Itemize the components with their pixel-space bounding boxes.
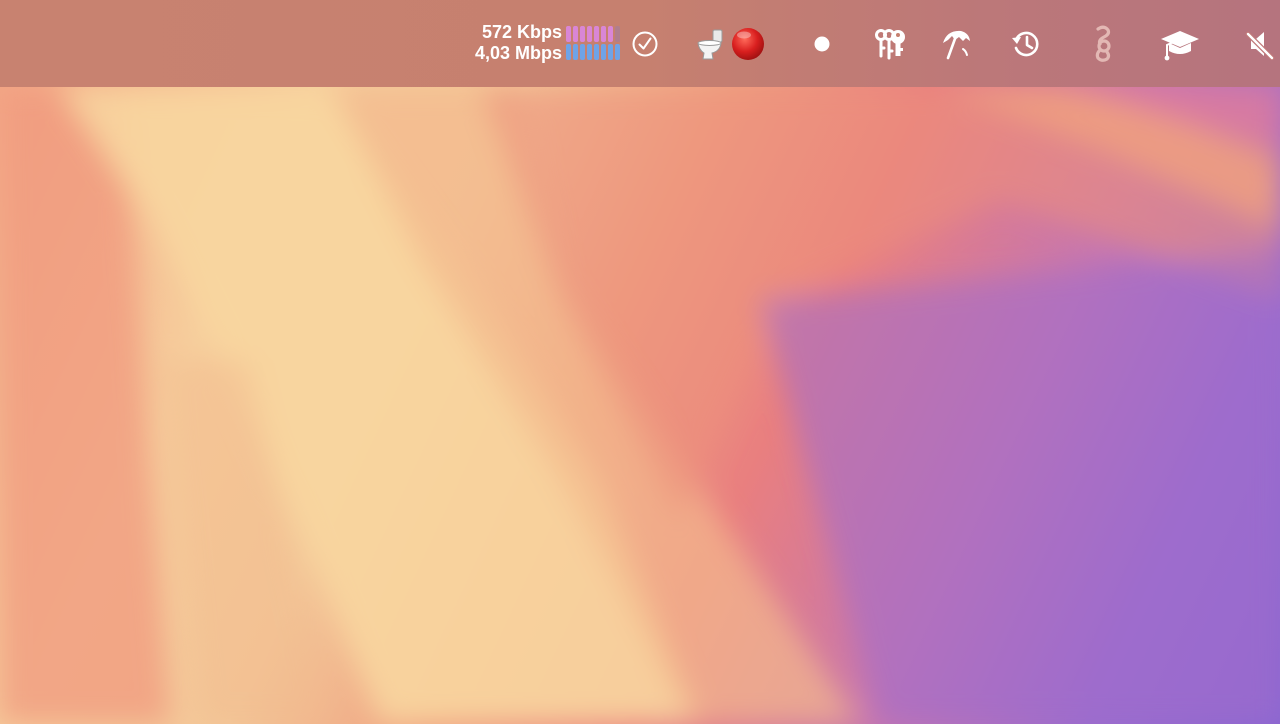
upload-bar — [587, 26, 592, 42]
download-bar — [587, 44, 592, 60]
speaker-muted-icon[interactable] — [1242, 22, 1278, 66]
red-circle-icon[interactable] — [729, 22, 767, 66]
download-bar — [615, 44, 620, 60]
menu-bar: 572 Kbps 4,03 Mbps — [0, 0, 1280, 87]
download-bar — [601, 44, 606, 60]
graduation-cap-icon[interactable] — [1158, 22, 1202, 66]
keys-icon[interactable] — [870, 22, 908, 66]
upload-bar — [608, 26, 613, 42]
download-bars — [566, 44, 620, 60]
download-bar — [566, 44, 571, 60]
download-bar — [594, 44, 599, 60]
beach-umbrella-icon[interactable] — [938, 22, 974, 66]
download-speed: 4,03 Mbps — [474, 43, 562, 63]
upload-bar — [573, 26, 578, 42]
checkmark-circle-icon[interactable] — [629, 22, 661, 66]
time-machine-icon[interactable] — [1008, 22, 1044, 66]
upload-speed: 572 Kbps — [481, 22, 562, 42]
upload-bar — [566, 26, 571, 42]
toilet-icon[interactable] — [694, 22, 728, 66]
network-activity-bars[interactable] — [566, 25, 626, 63]
upload-bar — [615, 26, 620, 42]
desktop: 572 Kbps 4,03 Mbps — [0, 0, 1280, 724]
download-bar — [573, 44, 578, 60]
chain-link-icon[interactable] — [1086, 22, 1120, 66]
download-bar — [580, 44, 585, 60]
desktop-wallpaper — [0, 87, 1280, 724]
upload-bar — [594, 26, 599, 42]
upload-bar — [601, 26, 606, 42]
download-bar — [608, 44, 613, 60]
upload-bar — [580, 26, 585, 42]
network-speed-monitor[interactable]: 572 Kbps 4,03 Mbps — [452, 22, 562, 64]
upload-bars — [566, 26, 620, 42]
white-dot-icon[interactable] — [810, 22, 834, 66]
